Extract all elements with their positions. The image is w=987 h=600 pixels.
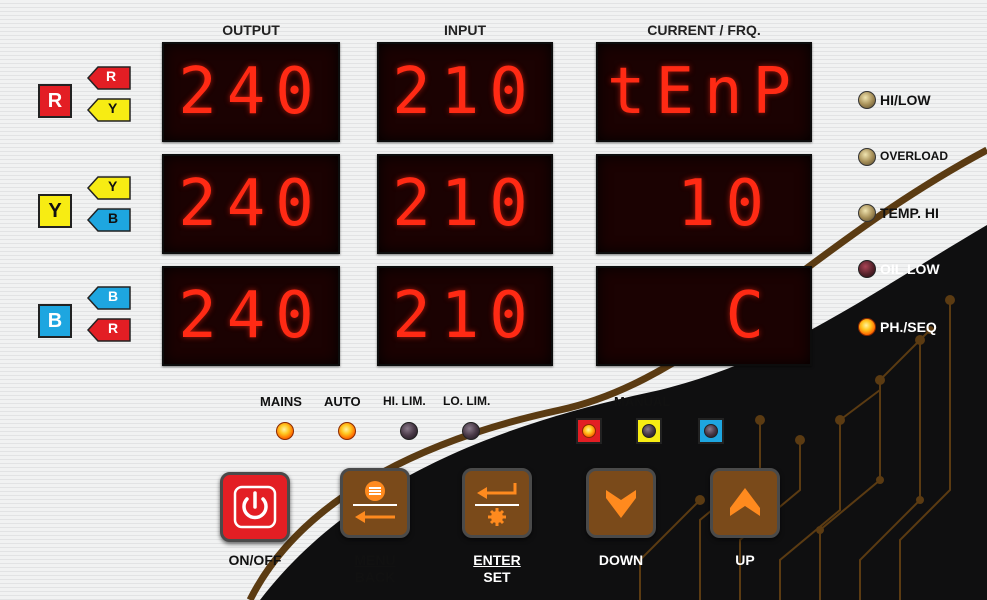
output-display-r: 240 xyxy=(162,42,340,142)
mains-label: MAINS xyxy=(260,394,302,409)
oil-low-led xyxy=(858,260,876,278)
enter-label: ENTER xyxy=(473,552,521,568)
current-value-1: tEnP xyxy=(606,55,802,129)
current-frequency-header: CURRENT / FRQ. xyxy=(647,22,761,38)
current-display-2: 10 xyxy=(596,154,812,254)
input-value-b: 210 xyxy=(392,279,538,353)
phase-y-arrow-top-label: Y xyxy=(108,178,118,194)
hi-lim-led xyxy=(400,422,418,440)
hi-lim-label: HI. LIM. xyxy=(383,394,426,408)
manual-b-indicator xyxy=(698,418,724,444)
manual-r-indicator xyxy=(576,418,602,444)
overload-label: OVERLOAD xyxy=(880,149,949,163)
menu-back-icon xyxy=(353,481,397,523)
phase-y-badge: Y xyxy=(38,194,72,228)
phase-b-arrow-bottom-label: R xyxy=(108,320,119,336)
input-display-y: 210 xyxy=(377,154,553,254)
mains-led xyxy=(276,422,294,440)
output-value-b: 240 xyxy=(178,279,324,353)
output-display-y: 240 xyxy=(162,154,340,254)
manual-y-led xyxy=(642,424,656,438)
phase-r-label: R xyxy=(47,89,63,112)
down-label: DOWN xyxy=(598,552,644,568)
enter-set-button[interactable] xyxy=(462,468,532,538)
power-icon xyxy=(233,485,277,529)
current-display-3: C xyxy=(596,266,812,366)
menu-back-button[interactable] xyxy=(340,468,410,538)
hi-low-led xyxy=(858,91,876,109)
phase-y-label: Y xyxy=(48,199,62,222)
input-display-b: 210 xyxy=(377,266,553,366)
phase-b-arrow-top-label: B xyxy=(108,288,119,304)
input-header: INPUT xyxy=(444,22,486,38)
manual-r-led xyxy=(582,424,596,438)
phase-b-badge: B xyxy=(38,304,72,338)
manual-b-led xyxy=(704,424,718,438)
auto-led xyxy=(338,422,356,440)
input-value-r: 210 xyxy=(392,55,538,129)
output-display-b: 240 xyxy=(162,266,340,366)
lo-lim-led xyxy=(462,422,480,440)
manual-y-indicator xyxy=(636,418,662,444)
current-value-3: C xyxy=(725,279,774,353)
up-button[interactable] xyxy=(710,468,780,538)
output-value-r: 240 xyxy=(178,55,324,129)
phase-r-arrow-bottom-label: Y xyxy=(108,100,118,116)
down-arrow-icon xyxy=(606,490,636,518)
enter-set-label: ENTER SET xyxy=(457,552,537,586)
output-value-y: 240 xyxy=(178,167,324,241)
overload-led xyxy=(858,148,876,166)
menu-back-label: MENU BACK xyxy=(335,552,415,586)
down-button[interactable] xyxy=(586,468,656,538)
phase-r-badge: R xyxy=(38,84,72,118)
controller-panel: OUTPUT INPUT CURRENT / FRQ. R R Y Y Y B … xyxy=(0,0,987,600)
manual-label: MANUAL xyxy=(614,394,671,409)
back-label: BACK xyxy=(354,569,396,585)
enter-set-icon xyxy=(475,483,519,526)
up-label: UP xyxy=(735,552,755,568)
oil-low-label: OIL LOW xyxy=(880,261,940,277)
on-off-button[interactable] xyxy=(220,472,290,542)
lo-lim-label: LO. LIM. xyxy=(443,394,491,408)
auto-label: AUTO xyxy=(324,394,361,409)
phase-b-label: B xyxy=(47,309,63,332)
current-value-2: 10 xyxy=(676,167,774,241)
on-off-label: ON/OFF xyxy=(228,552,282,568)
phase-sequence-label: PH./SEQ xyxy=(880,319,937,335)
hi-low-label: HI/LOW xyxy=(880,92,931,108)
phase-r-arrow-top-label: R xyxy=(106,68,117,84)
input-display-r: 210 xyxy=(377,42,553,142)
current-display-1: tEnP xyxy=(596,42,812,142)
phase-y-arrow-bottom-label: B xyxy=(108,210,119,226)
phase-sequence-led xyxy=(858,318,876,336)
output-header: OUTPUT xyxy=(222,22,280,38)
menu-label: MENU xyxy=(354,552,396,568)
up-arrow-icon xyxy=(730,488,760,516)
input-value-y: 210 xyxy=(392,167,538,241)
temp-hi-led xyxy=(858,204,876,222)
set-label: SET xyxy=(483,569,511,585)
temp-hi-label: TEMP. HI xyxy=(880,205,939,221)
